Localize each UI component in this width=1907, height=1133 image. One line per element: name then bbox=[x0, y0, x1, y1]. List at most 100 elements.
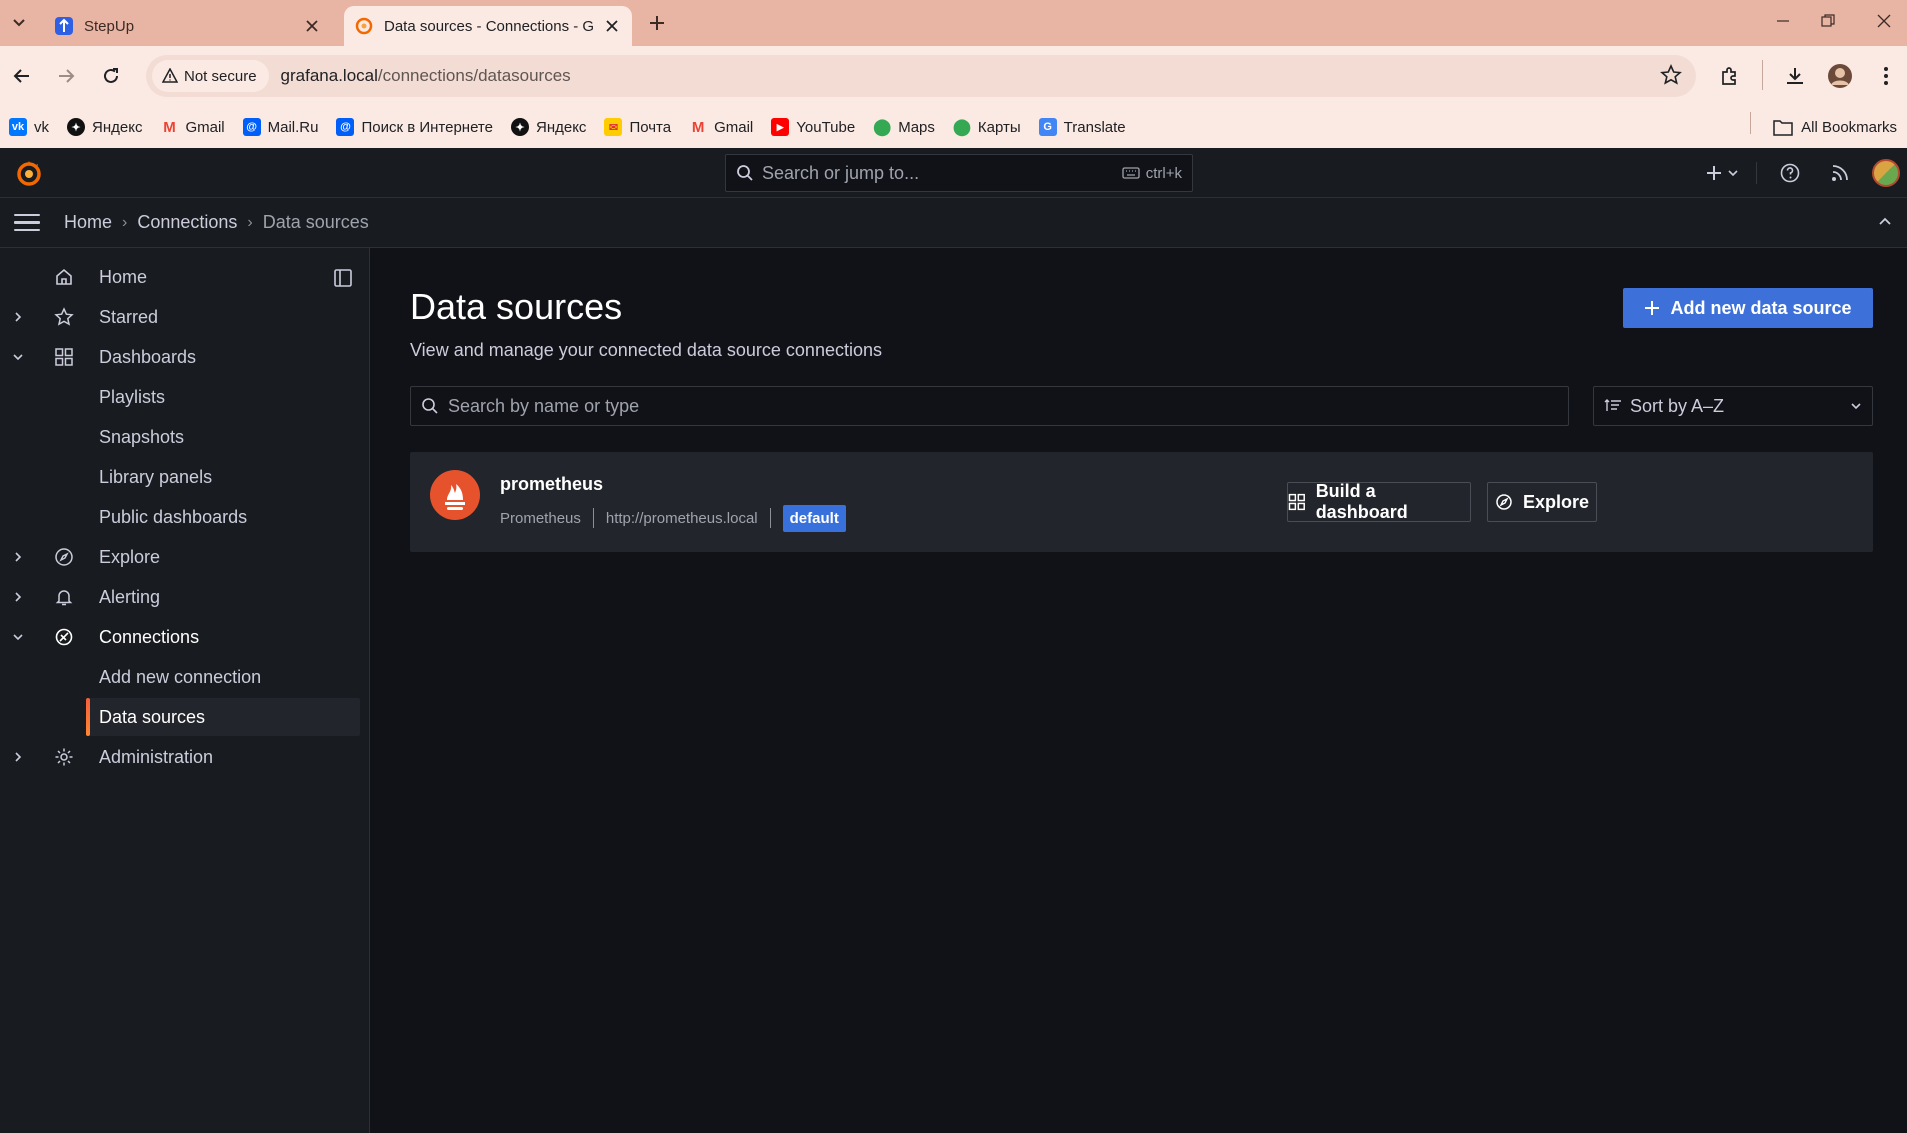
add-new-data-source-label: Add new data source bbox=[1670, 297, 1852, 318]
sidebar-item-starred[interactable]: Starred bbox=[0, 298, 360, 336]
bookmark-item[interactable]: M Gmail bbox=[680, 111, 762, 143]
bookmark-item[interactable]: ⬤ Maps bbox=[864, 111, 944, 143]
sidebar-item-connections[interactable]: Connections bbox=[0, 618, 360, 656]
yandex-mail-icon: ✉ bbox=[604, 118, 623, 136]
restore-window-button[interactable] bbox=[1800, 0, 1856, 42]
data-source-card[interactable]: prometheus Prometheus http://prometheus.… bbox=[410, 452, 1873, 552]
profile-avatar-icon bbox=[1828, 64, 1852, 88]
sidebar-item-administration[interactable]: Administration bbox=[0, 738, 360, 776]
bookmark-label: Яндекс bbox=[535, 118, 587, 136]
sidebar-item-label: Connections bbox=[99, 626, 200, 647]
bookmark-item[interactable]: ⬤ Карты bbox=[944, 111, 1030, 143]
close-tab-icon[interactable] bbox=[298, 12, 326, 40]
browser-menu-button[interactable] bbox=[1868, 58, 1904, 94]
breadcrumb-connections[interactable]: Connections bbox=[137, 212, 237, 233]
help-icon bbox=[1780, 163, 1800, 183]
sidebar-item-data-sources[interactable]: Data sources bbox=[86, 698, 360, 736]
bookmark-item[interactable]: @ Mail.Ru bbox=[234, 111, 328, 143]
mailru-icon: @ bbox=[242, 118, 261, 136]
profile-button[interactable] bbox=[1822, 58, 1858, 94]
keyboard-shortcut: ctrl+k bbox=[1122, 165, 1182, 182]
browser-tab-grafana[interactable]: Data sources - Connections - G bbox=[344, 6, 632, 46]
close-window-button[interactable] bbox=[1856, 0, 1907, 42]
star-icon bbox=[52, 305, 76, 329]
page-subtitle: View and manage your connected data sour… bbox=[410, 340, 882, 360]
plus-icon bbox=[650, 16, 664, 30]
breadcrumb-separator-icon: › bbox=[122, 213, 128, 231]
sidebar-item-library-panels[interactable]: Library panels bbox=[0, 458, 360, 496]
sort-select[interactable]: Sort by A–Z bbox=[1593, 386, 1873, 426]
explore-button[interactable]: Explore bbox=[1487, 482, 1597, 522]
user-avatar[interactable] bbox=[1872, 159, 1900, 187]
security-chip[interactable]: Not secure bbox=[152, 60, 269, 92]
default-badge: default bbox=[782, 504, 846, 532]
yandex-icon: ✦ bbox=[67, 118, 85, 136]
close-tab-icon[interactable] bbox=[598, 12, 626, 40]
sidebar-item-home[interactable]: Home bbox=[0, 258, 360, 296]
collapse-header-button[interactable] bbox=[1877, 213, 1893, 234]
extensions-button[interactable] bbox=[1712, 58, 1748, 94]
grafana-favicon-icon bbox=[354, 16, 374, 36]
add-new-data-source-button[interactable]: Add new data source bbox=[1623, 288, 1873, 328]
explore-label: Explore bbox=[1522, 491, 1590, 512]
breadcrumb-home[interactable]: Home bbox=[64, 212, 112, 233]
chevron-down-icon bbox=[1728, 170, 1738, 177]
sort-select-value: Sort by A–Z bbox=[1630, 395, 1725, 416]
new-menu-button[interactable] bbox=[1702, 160, 1742, 186]
grafana-logo-icon[interactable] bbox=[14, 158, 44, 188]
minimize-icon bbox=[1777, 20, 1789, 22]
bookmark-item[interactable]: ▶ YouTube bbox=[762, 111, 864, 143]
bookmark-item[interactable]: ✦ Яндекс bbox=[58, 111, 151, 143]
chevron-right-icon[interactable] bbox=[10, 309, 26, 325]
back-button[interactable] bbox=[4, 58, 40, 94]
security-label: Not secure bbox=[184, 67, 257, 85]
data-source-meta: Prometheus http://prometheus.local defau… bbox=[500, 504, 846, 532]
bookmark-label: YouTube bbox=[796, 118, 856, 136]
bookmark-label: Яндекс bbox=[92, 118, 143, 136]
sidebar-item-label: Home bbox=[99, 266, 148, 287]
bookmark-item[interactable]: vk vk bbox=[0, 111, 58, 143]
sidebar-item-public-dashboards[interactable]: Public dashboards bbox=[0, 498, 360, 536]
bookmark-star-button[interactable] bbox=[1660, 64, 1682, 91]
news-button[interactable] bbox=[1828, 160, 1852, 186]
breadcrumb-current: Data sources bbox=[262, 212, 369, 232]
tab-search-button[interactable] bbox=[4, 8, 34, 36]
data-source-search-input[interactable]: Search by name or type bbox=[410, 386, 1569, 426]
bookmark-item[interactable]: ✦ Яндекс bbox=[502, 111, 595, 143]
bookmark-item[interactable]: M Gmail bbox=[151, 111, 233, 143]
sidebar-item-playlists[interactable]: Playlists bbox=[0, 378, 360, 416]
sidebar-item-label: Explore bbox=[99, 546, 161, 567]
sidebar-item-snapshots[interactable]: Snapshots bbox=[0, 418, 360, 456]
compass-icon bbox=[1496, 494, 1512, 510]
all-bookmarks-label: All Bookmarks bbox=[1801, 118, 1897, 136]
address-bar[interactable]: Not secure grafana.local/connections/dat… bbox=[146, 55, 1696, 97]
bookmark-item[interactable]: G Translate bbox=[1030, 111, 1135, 143]
downloads-button[interactable] bbox=[1777, 58, 1813, 94]
data-source-name[interactable]: prometheus bbox=[500, 474, 603, 495]
sidebar-item-explore[interactable]: Explore bbox=[0, 538, 360, 576]
translate-icon: G bbox=[1038, 118, 1057, 136]
reload-button[interactable] bbox=[93, 58, 129, 94]
global-search-input[interactable]: Search or jump to... ctrl+k bbox=[725, 154, 1193, 192]
bookmark-label: Gmail bbox=[714, 118, 754, 136]
all-bookmarks-button[interactable]: All Bookmarks bbox=[1773, 106, 1897, 148]
sidebar-item-alerting[interactable]: Alerting bbox=[0, 578, 360, 616]
new-tab-button[interactable] bbox=[642, 8, 672, 38]
help-button[interactable] bbox=[1778, 160, 1802, 186]
bookmark-item[interactable]: ✉ Почта bbox=[595, 111, 680, 143]
chevron-down-icon[interactable] bbox=[10, 629, 26, 645]
forward-button[interactable] bbox=[48, 58, 84, 94]
sort-amount-icon bbox=[1604, 399, 1621, 411]
chevron-right-icon[interactable] bbox=[10, 549, 26, 565]
build-dashboard-button[interactable]: Build a dashboard bbox=[1287, 481, 1471, 522]
sidebar-item-label: Administration bbox=[99, 746, 214, 767]
sidebar-item-dashboards[interactable]: Dashboards bbox=[0, 338, 360, 376]
chevron-down-icon[interactable] bbox=[10, 349, 26, 365]
menu-toggle-button[interactable] bbox=[14, 209, 42, 237]
chevron-right-icon[interactable] bbox=[10, 589, 26, 605]
sidebar-item-add-new-connection[interactable]: Add new connection bbox=[0, 658, 360, 696]
bookmark-item[interactable]: @ Поиск в Интернете bbox=[327, 111, 502, 143]
chevron-right-icon[interactable] bbox=[10, 749, 26, 765]
keyboard-icon bbox=[1122, 167, 1140, 179]
browser-tab-stepup[interactable]: StepUp bbox=[44, 6, 332, 46]
